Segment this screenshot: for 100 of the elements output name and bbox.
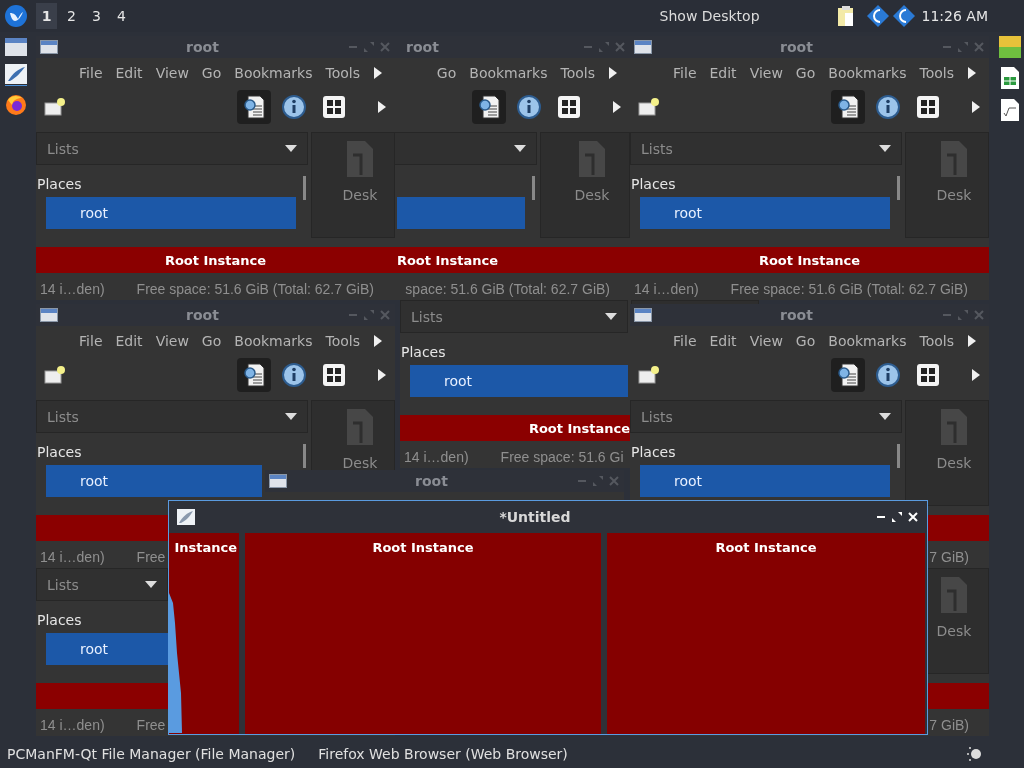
menu-item[interactable]: File [79, 65, 103, 81]
status-text: 14 i…den) [40, 549, 105, 565]
menu-item[interactable]: Bookmarks [469, 65, 548, 81]
menu-item[interactable]: Tools [919, 65, 954, 81]
workspace-button[interactable]: 4 [111, 3, 132, 29]
sidebar-item[interactable]: root [410, 365, 628, 397]
new-folder-icon[interactable] [638, 97, 660, 117]
clipboard-icon[interactable] [835, 5, 856, 27]
sidebar-item[interactable]: root [640, 465, 890, 497]
window-icon [634, 308, 652, 322]
menu-item[interactable]: View [155, 333, 189, 349]
sidebar-item[interactable]: root [46, 633, 168, 665]
menu-item[interactable]: File [673, 65, 697, 81]
free-space-text: Free [136, 717, 166, 733]
more-arrow-icon[interactable] [377, 368, 387, 382]
menu-item[interactable]: Tools [560, 65, 595, 81]
canvas-text: Instance [174, 540, 237, 555]
menu-item[interactable]: Edit [115, 65, 143, 81]
menu-item[interactable]: Bookmarks [828, 333, 907, 349]
app-menu-icon[interactable] [4, 4, 28, 28]
document-preview-icon [835, 362, 861, 388]
caret-icon [879, 145, 891, 152]
lists-dropdown[interactable]: Lists [36, 568, 168, 601]
menu-item[interactable]: Tools [325, 65, 360, 81]
window-title: root [186, 307, 219, 323]
more-arrow-icon[interactable] [373, 334, 383, 348]
sun-icon[interactable] [966, 745, 984, 763]
toolbar-button[interactable] [831, 358, 865, 392]
toolbar-button[interactable] [831, 90, 865, 124]
workspace-button[interactable]: 3 [86, 3, 107, 29]
grid-view-icon [322, 363, 346, 387]
file-label: Desk [936, 455, 972, 471]
info-icon [516, 94, 542, 120]
network-icon[interactable] [891, 4, 916, 28]
more-arrow-icon[interactable] [967, 334, 977, 348]
window-icon [40, 308, 58, 322]
lists-dropdown[interactable]: Lists [36, 132, 308, 165]
document-preview-icon [241, 362, 267, 388]
network-icon[interactable] [865, 4, 890, 28]
clock[interactable]: 11:26 AM [921, 8, 988, 24]
menu-item[interactable]: Tools [919, 333, 954, 349]
sidebar-item[interactable]: root [640, 197, 890, 229]
grid-view-icon [557, 95, 581, 119]
free-space-text: Free [136, 549, 166, 565]
feather-icon[interactable] [5, 64, 27, 86]
menu-item[interactable]: View [749, 65, 783, 81]
workspace-button[interactable]: 2 [61, 3, 82, 29]
toolbar-button[interactable] [472, 90, 506, 124]
menu-item[interactable]: Bookmarks [828, 65, 907, 81]
window-title: root [406, 39, 439, 55]
status-text: 14 i…den) [40, 281, 105, 297]
caret-icon [285, 413, 297, 420]
lists-dropdown[interactable]: Lists [400, 300, 628, 333]
free-space-text: space: 51.6 GiB (Total: 62.7 GiB) [405, 281, 610, 297]
menu-item[interactable]: View [749, 333, 783, 349]
new-folder-icon[interactable] [44, 365, 66, 385]
taskbar-button[interactable]: Firefox Web Browser (Web Browser) [318, 746, 584, 762]
menu-item[interactable]: Go [436, 65, 457, 81]
menu-item[interactable]: Tools [325, 333, 360, 349]
free-space-text: 7 GiB) [929, 717, 969, 733]
new-folder-icon[interactable] [638, 365, 660, 385]
show-desktop-button[interactable]: Show Desktop [659, 8, 760, 24]
menu-item[interactable]: Go [795, 333, 816, 349]
toolbar-button[interactable] [237, 90, 271, 124]
menu-item[interactable]: Edit [709, 65, 737, 81]
new-folder-icon[interactable] [44, 97, 66, 117]
toolbar-button[interactable] [237, 358, 271, 392]
menu-item[interactable]: Edit [709, 333, 737, 349]
more-arrow-icon[interactable] [971, 100, 981, 114]
document-preview-icon [476, 94, 502, 120]
more-arrow-icon[interactable] [377, 100, 387, 114]
menu-item[interactable]: Bookmarks [234, 65, 313, 81]
sidebar-item[interactable]: root [46, 465, 262, 497]
lists-dropdown[interactable]: Lists [36, 400, 308, 433]
workspace-button[interactable]: 1 [36, 3, 57, 29]
sidebar-item[interactable]: root [46, 197, 296, 229]
lists-dropdown[interactable]: Lists [630, 400, 902, 433]
more-arrow-icon[interactable] [967, 66, 977, 80]
window-icon[interactable] [5, 38, 27, 56]
menu-item[interactable]: Go [201, 65, 222, 81]
more-arrow-icon[interactable] [373, 66, 383, 80]
more-arrow-icon[interactable] [971, 368, 981, 382]
menu-item[interactable]: Go [795, 65, 816, 81]
lists-dropdown[interactable]: Lists [630, 132, 902, 165]
menu-item[interactable]: Edit [115, 333, 143, 349]
firefox-icon[interactable] [5, 94, 27, 116]
menu-item[interactable]: File [79, 333, 103, 349]
formula-icon[interactable] [1000, 98, 1020, 122]
menu-item[interactable]: Go [201, 333, 222, 349]
spreadsheet-icon[interactable] [1000, 66, 1020, 90]
file-label: Desk [574, 187, 610, 203]
more-arrow-icon[interactable] [612, 100, 622, 114]
menu-item[interactable]: Bookmarks [234, 333, 313, 349]
file-icon [577, 139, 607, 179]
more-arrow-icon[interactable] [608, 66, 618, 80]
maximize-icon[interactable] [891, 511, 903, 523]
feather-icon [177, 509, 195, 525]
menu-item[interactable]: File [673, 333, 697, 349]
menu-item[interactable]: View [155, 65, 189, 81]
taskbar-button[interactable]: PCManFM-Qt File Manager (File Manager) [7, 746, 312, 762]
